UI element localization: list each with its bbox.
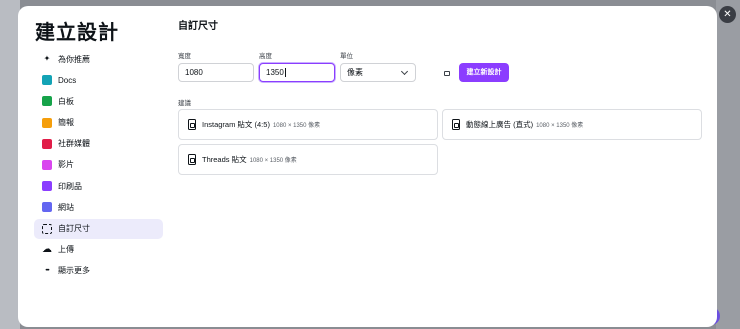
suggestion-card[interactable]: Instagram 貼文 (4:5) 1080 × 1350 像素 (178, 109, 438, 140)
upload-cloud-icon: ☁ (42, 243, 52, 255)
sidebar-item-recommended[interactable]: ✦ 為你推薦 (34, 49, 163, 69)
sidebar-item-presentation[interactable]: 簡報 (34, 113, 163, 133)
phone-frame-icon (188, 154, 196, 165)
suggestion-name: Instagram 貼文 (4:5) (202, 120, 270, 129)
height-value: 1350 (266, 68, 284, 77)
video-icon (42, 159, 52, 170)
chevron-down-icon (400, 67, 409, 76)
custom-size-panel: 自訂尺寸 寬度 1080 高度 1350 單位 像素 建立新設計 建議 Inst… (178, 6, 708, 327)
print-icon (42, 181, 52, 192)
height-label: 高度 (259, 53, 272, 60)
width-input[interactable]: 1080 (178, 63, 254, 82)
unit-label: 單位 (340, 53, 353, 60)
suggestion-name: 動態線上廣告 (直式) (466, 120, 534, 129)
sidebar-item-label: 為你推薦 (58, 54, 90, 64)
create-new-design-button[interactable]: 建立新設計 (459, 63, 509, 82)
close-icon: ✕ (723, 9, 732, 20)
phone-frame-icon (188, 119, 196, 130)
unit-value: 像素 (347, 68, 363, 77)
sidebar-item-label: 簡報 (58, 118, 74, 128)
modal-title: 建立設計 (35, 22, 119, 44)
suggestion-name: Threads 貼文 (202, 155, 247, 164)
section-title: 自訂尺寸 (178, 21, 218, 32)
sidebar-item-label: 顯示更多 (58, 266, 90, 276)
sidebar-item-upload[interactable]: ☁ 上傳 (34, 240, 163, 260)
sidebar-item-video[interactable]: 影片 (34, 155, 163, 175)
sidebar-item-label: Docs (58, 75, 77, 85)
sidebar-item-show-more[interactable]: ••• 顯示更多 (34, 261, 163, 281)
sidebar-item-label: 社群媒體 (58, 139, 90, 149)
sidebar-item-website[interactable]: 網站 (34, 197, 163, 217)
suggestion-dims: 1080 × 1350 像素 (249, 158, 297, 164)
sidebar-item-label: 上傳 (58, 245, 74, 255)
create-design-modal: 建立設計 ✦ 為你推薦 Docs 白板 簡報 社群媒體 影片 印刷品 網站 自訂… (18, 6, 717, 327)
sidebar-item-custom-size[interactable]: 自訂尺寸 (34, 218, 163, 239)
phone-frame-icon (452, 119, 460, 130)
lock-aspect-ratio-button[interactable] (442, 67, 452, 77)
sidebar-menu: ✦ 為你推薦 Docs 白板 簡報 社群媒體 影片 印刷品 網站 自訂尺寸 ☁ … (34, 49, 163, 282)
sidebar-item-label: 印刷品 (58, 181, 82, 191)
suggestion-card[interactable]: Threads 貼文 1080 × 1350 像素 (178, 144, 438, 175)
docs-icon (42, 75, 52, 86)
sidebar-item-print[interactable]: 印刷品 (34, 176, 163, 196)
background-app-left (0, 0, 20, 329)
sidebar-item-social-media[interactable]: 社群媒體 (34, 134, 163, 154)
suggestion-dims: 1080 × 1350 像素 (536, 123, 584, 129)
close-modal-button[interactable]: ✕ (719, 6, 736, 23)
heart-icon (42, 138, 52, 149)
whiteboard-icon (42, 96, 52, 107)
height-input[interactable]: 1350 (259, 63, 335, 82)
unit-select[interactable]: 像素 (340, 63, 416, 82)
sidebar-item-label: 網站 (58, 202, 74, 212)
more-dots-icon: ••• (45, 267, 49, 274)
background-app-right (716, 0, 740, 329)
presentation-icon (42, 117, 52, 128)
sparkle-icon: ✦ (43, 54, 51, 63)
sidebar-item-label: 白板 (58, 96, 74, 106)
website-icon (42, 202, 52, 213)
sidebar: 建立設計 ✦ 為你推薦 Docs 白板 簡報 社群媒體 影片 印刷品 網站 自訂… (18, 6, 168, 327)
suggestions-label: 建議 (178, 100, 191, 107)
sidebar-item-whiteboard[interactable]: 白板 (34, 91, 163, 111)
sidebar-item-label: 自訂尺寸 (58, 224, 90, 233)
width-label: 寬度 (178, 53, 191, 60)
suggestion-card[interactable]: 動態線上廣告 (直式) 1080 × 1350 像素 (442, 109, 702, 140)
sidebar-item-docs[interactable]: Docs (34, 70, 163, 90)
width-value: 1080 (185, 68, 203, 77)
suggestion-dims: 1080 × 1350 像素 (272, 123, 321, 129)
sidebar-item-label: 影片 (58, 160, 74, 170)
lock-icon (444, 71, 450, 76)
custom-size-icon (42, 223, 52, 234)
